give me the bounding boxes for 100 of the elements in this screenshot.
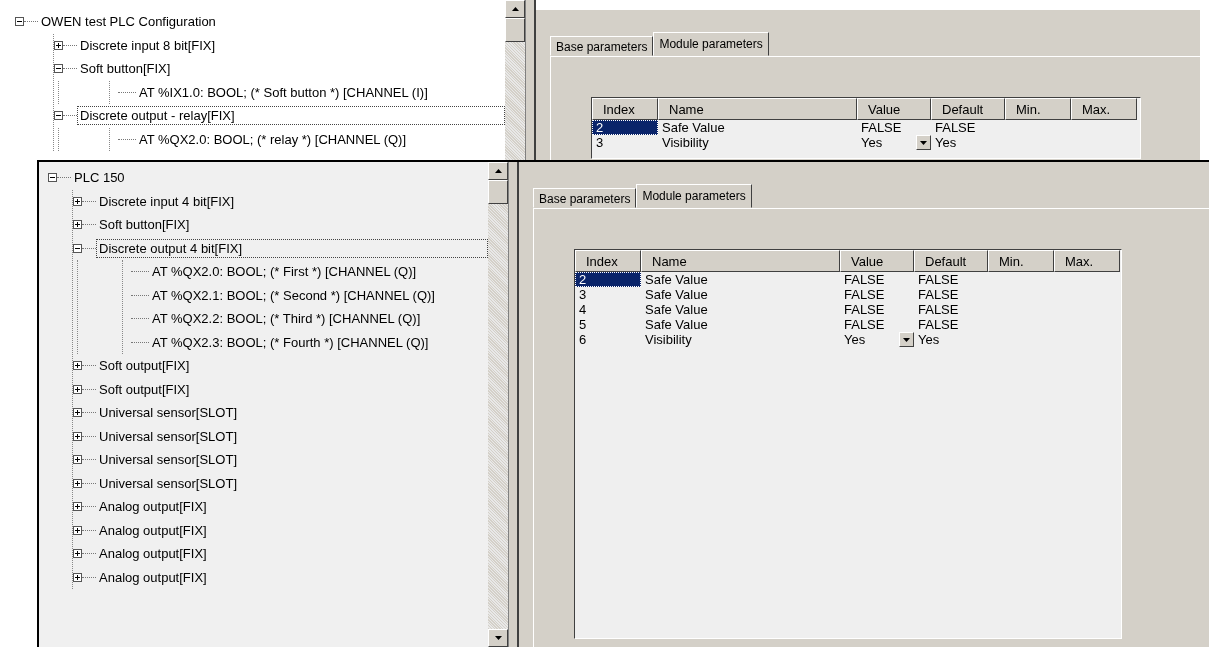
table-cell-text: Safe Value [644, 302, 709, 317]
table-cell-text: 4 [578, 302, 588, 317]
tab[interactable]: Module parameters [636, 184, 752, 208]
tree-item[interactable]: Soft output[FIX] [96, 379, 193, 399]
expand-icon[interactable] [73, 384, 82, 394]
caret-down-icon [903, 337, 910, 342]
table-cell-text: 3 [595, 135, 605, 150]
column-header[interactable]: Name [641, 250, 840, 272]
scrollbar-thumb[interactable] [488, 180, 508, 204]
tree-item[interactable]: Analog output[FIX] [96, 567, 210, 587]
table-cell-text: Visibility [661, 135, 710, 150]
table-cell: Yes [861, 135, 883, 150]
collapse-icon[interactable] [48, 173, 57, 183]
expand-icon[interactable] [73, 572, 82, 582]
table-cell-text: Visibility [644, 332, 693, 347]
tree-item[interactable]: Discrete output 4 bit[FIX] [96, 238, 488, 258]
table-cell: Yes [844, 332, 866, 347]
expand-icon[interactable] [73, 408, 82, 418]
table-cell-text: Safe Value [661, 120, 726, 135]
table-cell-text: Yes [917, 332, 941, 347]
tree-item[interactable]: Soft button[FIX] [77, 59, 174, 79]
expand-icon[interactable] [73, 502, 82, 512]
column-header[interactable]: Default [914, 250, 988, 272]
collapse-icon[interactable] [15, 17, 24, 27]
tree-item[interactable]: Universal sensor[SLOT] [96, 426, 240, 446]
expand-icon[interactable] [73, 525, 82, 535]
expand-icon[interactable] [54, 40, 63, 50]
table-cell-text: FALSE [917, 272, 960, 287]
column-header[interactable]: Min. [988, 250, 1054, 272]
scrollbar-thumb[interactable] [505, 18, 525, 42]
collapse-icon[interactable] [54, 64, 63, 74]
tree-item[interactable]: AT %QX2.1: BOOL; (* Second *) [CHANNEL (Q)] [149, 285, 438, 305]
tree-item[interactable]: Analog output[FIX] [96, 497, 210, 517]
table-cell-text: FALSE [917, 302, 960, 317]
table-cell-text: FALSE [843, 317, 886, 332]
scroll-up-button[interactable] [505, 0, 525, 18]
tab[interactable]: Base parameters [533, 188, 637, 208]
arrow-up-icon [494, 169, 502, 173]
tree-item[interactable]: Discrete input 8 bit[FIX] [77, 35, 219, 55]
caret-down-icon [920, 140, 927, 145]
column-header[interactable]: Value [840, 250, 914, 272]
column-header[interactable]: Index [575, 250, 641, 272]
table-cell: 2 [575, 272, 641, 287]
table-cell: 2 [592, 120, 658, 135]
tab[interactable]: Module parameters [653, 32, 769, 56]
scrollbar[interactable] [505, 0, 525, 160]
scrollbar[interactable] [488, 162, 508, 647]
expand-icon[interactable] [73, 361, 82, 371]
table-cell-text: 5 [578, 317, 588, 332]
table-cell-text: FALSE [843, 302, 886, 317]
collapse-icon[interactable] [54, 111, 63, 121]
tree-item[interactable]: Soft output[FIX] [96, 356, 193, 376]
table-cell-text: FALSE [843, 272, 886, 287]
splitter-bar[interactable] [508, 162, 519, 647]
tree-item[interactable]: Discrete input 4 bit[FIX] [96, 191, 238, 211]
tree-item[interactable]: Universal sensor[SLOT] [96, 403, 240, 423]
collapse-icon[interactable] [73, 243, 82, 253]
tree-item[interactable]: AT %QX2.0: BOOL; (* relay *) [CHANNEL (Q)] [136, 129, 410, 149]
tree-item[interactable]: AT %QX2.2: BOOL; (* Third *) [CHANNEL (Q)] [149, 309, 424, 329]
arrow-up-icon [511, 7, 519, 11]
dropdown-button[interactable] [916, 135, 931, 150]
table-cell-text: FALSE [934, 120, 977, 135]
table-cell-text: Safe Value [644, 272, 709, 287]
tree-item[interactable]: OWEN test PLC Configuration [38, 12, 219, 32]
expand-icon[interactable] [73, 196, 82, 206]
table-cell-text: 6 [578, 332, 588, 347]
table-cell-text: Yes [934, 135, 958, 150]
table-cell-text: FALSE [917, 287, 960, 302]
column-header[interactable]: Index [592, 98, 658, 120]
expand-icon[interactable] [73, 455, 82, 465]
tree-item[interactable]: Soft button[FIX] [96, 215, 193, 235]
column-header[interactable]: Max. [1071, 98, 1137, 120]
table-cell-text: FALSE [860, 120, 903, 135]
scroll-down-button[interactable] [488, 629, 508, 647]
table-cell-text: Safe Value [644, 287, 709, 302]
column-header[interactable]: Default [931, 98, 1005, 120]
column-header[interactable]: Value [857, 98, 931, 120]
tree-item[interactable]: Universal sensor[SLOT] [96, 450, 240, 470]
tree-item[interactable]: Analog output[FIX] [96, 544, 210, 564]
expand-icon[interactable] [73, 220, 82, 230]
column-header[interactable]: Max. [1054, 250, 1120, 272]
dropdown-button[interactable] [899, 332, 914, 347]
splitter-bar[interactable] [525, 0, 536, 160]
column-header[interactable]: Min. [1005, 98, 1071, 120]
tree-item[interactable]: AT %IX1.0: BOOL; (* Soft button *) [CHANNEL (I)] [136, 82, 431, 102]
table-cell-text: 3 [578, 287, 588, 302]
tree-item[interactable]: Analog output[FIX] [96, 520, 210, 540]
tree-item[interactable]: Discrete output - relay[FIX] [77, 106, 505, 126]
tree-item[interactable]: PLC 150 [71, 168, 128, 188]
scroll-up-button[interactable] [488, 162, 508, 180]
table-cell-text: FALSE [843, 287, 886, 302]
expand-icon[interactable] [73, 431, 82, 441]
column-header[interactable]: Name [658, 98, 857, 120]
tree-item[interactable]: Universal sensor[SLOT] [96, 473, 240, 493]
tree-item[interactable]: AT %QX2.0: BOOL; (* First *) [CHANNEL (Q)] [149, 262, 420, 282]
arrow-down-icon [494, 636, 502, 640]
expand-icon[interactable] [73, 549, 82, 559]
expand-icon[interactable] [73, 478, 82, 488]
tab[interactable]: Base parameters [550, 36, 654, 56]
tree-item[interactable]: AT %QX2.3: BOOL; (* Fourth *) [CHANNEL (Q)] [149, 332, 432, 352]
